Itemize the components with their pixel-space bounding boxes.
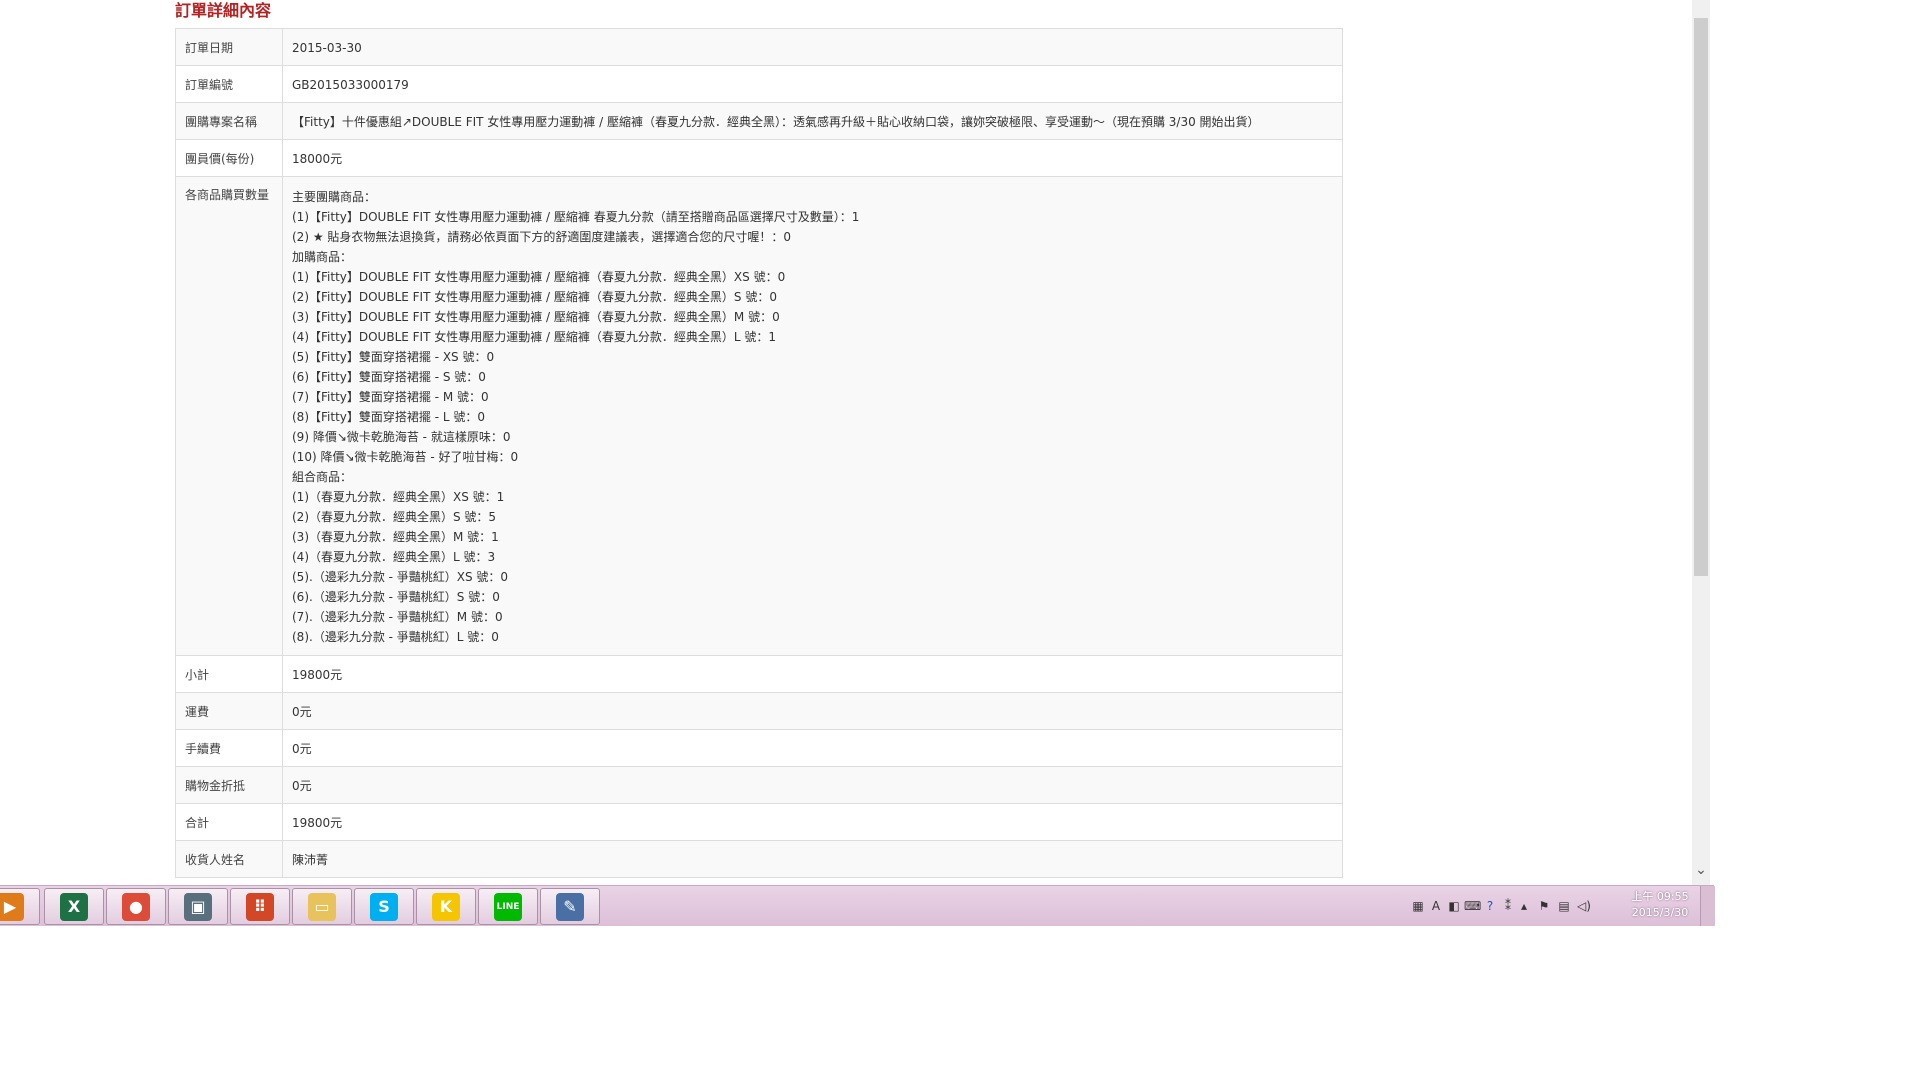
table-row: 購物金折抵 0元 (175, 766, 1343, 804)
taskbar-button[interactable]: ✎ (540, 888, 600, 925)
quantity-line: (7)【Fitty】雙面穿搭裙擺 - M 號：0 (292, 390, 489, 404)
folder-icon: ▭ (308, 892, 336, 921)
quantity-line: (4)【Fitty】DOUBLE FIT 女性專用壓力運動褲 / 壓縮褲（春夏九… (292, 330, 777, 344)
row-label: 收貨人姓名 (175, 840, 283, 878)
chrome-icon: ● (122, 892, 150, 921)
quantity-line: (1)（春夏九分款．經典全黑）XS 號：1 (292, 490, 505, 504)
row-value: 【Fitty】十件優惠組↗DOUBLE FIT 女性專用壓力運動褲 / 壓縮褲（… (282, 102, 1343, 140)
taskbar-button[interactable]: K (416, 888, 476, 925)
taskbar-button[interactable]: ▶ (0, 888, 40, 925)
quantity-line: (2)【Fitty】DOUBLE FIT 女性專用壓力運動褲 / 壓縮褲（春夏九… (292, 290, 777, 304)
chevron-up-icon[interactable]: ▴ (1516, 898, 1532, 914)
row-label: 運費 (175, 692, 283, 730)
show-desktop-button[interactable] (1700, 886, 1715, 926)
row-value: 18000元 (282, 139, 1343, 177)
quantity-list: 主要團購商品： (1)【Fitty】DOUBLE FIT 女性專用壓力運動褲 / … (282, 176, 1343, 656)
taskbar-button[interactable]: ⠿ (230, 888, 290, 925)
quantity-line: (4)（春夏九分款．經典全黑）L 號：3 (292, 550, 496, 564)
table-row-quantities: 各商品購買數量 主要團購商品： (1)【Fitty】DOUBLE FIT 女性專用壓… (175, 176, 1343, 656)
table-row: 手續費 0元 (175, 729, 1343, 767)
line-icon: LINE (494, 892, 522, 921)
paint-icon: ✎ (556, 892, 584, 921)
quantity-line: (8).（邊彩九分款 - 爭豔桃紅）L 號：0 (292, 630, 499, 644)
clock[interactable]: 上午 09:55 2015/3/30 (1625, 889, 1695, 921)
row-label: 手續費 (175, 729, 283, 767)
help-icon[interactable]: ? (1482, 898, 1498, 914)
taskbar-button[interactable]: ▭ (292, 888, 352, 925)
row-label: 購物金折抵 (175, 766, 283, 804)
taskbar-button[interactable]: S (354, 888, 414, 925)
taskbar: ▶ X ● ▣ ⠿ ▭ S K LINE ✎ ▦ A ◧ ⌨ ? ⁑ ▴ ⚑ ▤ ◁) 上午 09… (0, 885, 1715, 926)
quantity-line: (5)【Fitty】雙面穿搭裙擺 - XS 號：0 (292, 350, 495, 364)
table-row: 運費 0元 (175, 692, 1343, 730)
apps-grid-icon: ⠿ (246, 892, 274, 921)
row-label: 合計 (175, 803, 283, 841)
row-label: 各商品購買數量 (175, 176, 283, 656)
quantity-line: (2)（春夏九分款．經典全黑）S 號：5 (292, 510, 497, 524)
quantity-line: (1)【Fitty】DOUBLE FIT 女性專用壓力運動褲 / 壓縮褲 春夏九… (292, 210, 860, 224)
row-label: 訂單編號 (175, 65, 283, 103)
row-value: 19800元 (282, 803, 1343, 841)
quantity-line: (6)【Fitty】雙面穿搭裙擺 - S 號：0 (292, 370, 486, 384)
clock-date: 2015/3/30 (1631, 906, 1689, 919)
quantity-line: (7).（邊彩九分款 - 爭豔桃紅）M 號：0 (292, 610, 503, 624)
quantity-line: (2) ★ 貼身衣物無法退換貨，請務必依頁面下方的舒適圍度建議表，選擇適合您的尺… (292, 230, 792, 244)
quantity-line: (3)【Fitty】DOUBLE FIT 女性專用壓力運動褲 / 壓縮褲（春夏九… (292, 310, 780, 324)
quantity-line: 加購商品： (292, 250, 353, 264)
scrollbar-thumb[interactable] (1694, 18, 1708, 576)
table-row: 訂單編號 GB2015033000179 (175, 65, 1343, 103)
flag-icon[interactable]: ⚑ (1536, 898, 1552, 914)
quantity-line: (3)（春夏九分款．經典全黑）M 號：1 (292, 530, 499, 544)
table-row: 小計 19800元 (175, 655, 1343, 693)
keyboard-icon[interactable]: ⌨ (1464, 898, 1481, 914)
row-value: 19800元 (282, 655, 1343, 693)
quantity-line: (8)【Fitty】雙面穿搭裙擺 - L 號：0 (292, 410, 485, 424)
ime-icon[interactable]: ▦ (1410, 898, 1426, 914)
ime-settings-icon[interactable]: ⁑ (1500, 898, 1516, 914)
vertical-scrollbar[interactable]: ⌄ (1692, 0, 1710, 885)
quantity-line: 組合商品： (292, 470, 353, 484)
input-mode-icon[interactable]: A (1428, 898, 1444, 914)
quantity-line: (10) 降價↘微卡乾脆海苔 - 好了啦甘梅：0 (292, 450, 519, 464)
quantity-line: (9) 降價↘微卡乾脆海苔 - 就這樣原味：0 (292, 430, 511, 444)
table-row: 團購專案名稱 【Fitty】十件優惠組↗DOUBLE FIT 女性專用壓力運動褲 … (175, 102, 1343, 140)
quantity-line: (1)【Fitty】DOUBLE FIT 女性專用壓力運動褲 / 壓縮褲（春夏九… (292, 270, 786, 284)
row-label: 小計 (175, 655, 283, 693)
browser-viewport: 訂單詳細內容 訂單日期 2015-03-30 訂單編號 GB2015033000179… (0, 0, 1710, 885)
taskbar-button[interactable]: ▣ (168, 888, 228, 925)
row-value: 2015-03-30 (282, 28, 1343, 66)
order-detail-table: 訂單日期 2015-03-30 訂單編號 GB2015033000179 團購專案名稱【… (175, 28, 1343, 878)
kakao-icon: K (432, 892, 460, 921)
row-value: 0元 (282, 729, 1343, 767)
row-label: 團員價(每份) (175, 139, 283, 177)
table-row: 收貨人姓名 陳沛菁 (175, 840, 1343, 878)
skype-icon: S (370, 892, 398, 921)
row-value: 0元 (282, 692, 1343, 730)
row-value: 0元 (282, 766, 1343, 804)
window-app-icon: ▣ (184, 892, 212, 921)
half-width-icon[interactable]: ◧ (1446, 898, 1462, 914)
network-icon[interactable]: ▤ (1556, 898, 1572, 914)
quantity-line: (5).（邊彩九分款 - 爭豔桃紅）XS 號：0 (292, 570, 509, 584)
quantity-line: (6).（邊彩九分款 - 爭豔桃紅）S 號：0 (292, 590, 500, 604)
row-label: 訂單日期 (175, 28, 283, 66)
table-row: 團員價(每份) 18000元 (175, 139, 1343, 177)
clock-time: 上午 09:55 (1631, 890, 1689, 903)
section-title: 訂單詳細內容 (175, 1, 272, 20)
media-player-icon: ▶ (0, 892, 24, 921)
taskbar-button[interactable]: LINE (478, 888, 538, 925)
quantity-line: 主要團購商品： (292, 190, 377, 204)
excel-icon: X (60, 892, 88, 921)
table-row: 合計 19800元 (175, 803, 1343, 841)
row-label: 團購專案名稱 (175, 102, 283, 140)
row-value: 陳沛菁 (282, 840, 1343, 878)
system-tray: ▦ A ◧ ⌨ ? ⁑ ▴ ⚑ ▤ ◁) 上午 09:55 2015/3/30 (1395, 886, 1695, 926)
taskbar-button[interactable]: ● (106, 888, 166, 925)
scroll-down-icon[interactable]: ⌄ (1692, 861, 1710, 879)
volume-icon[interactable]: ◁) (1576, 898, 1592, 914)
row-value: GB2015033000179 (282, 65, 1343, 103)
taskbar-button[interactable]: X (44, 888, 104, 925)
table-row: 訂單日期 2015-03-30 (175, 28, 1343, 66)
